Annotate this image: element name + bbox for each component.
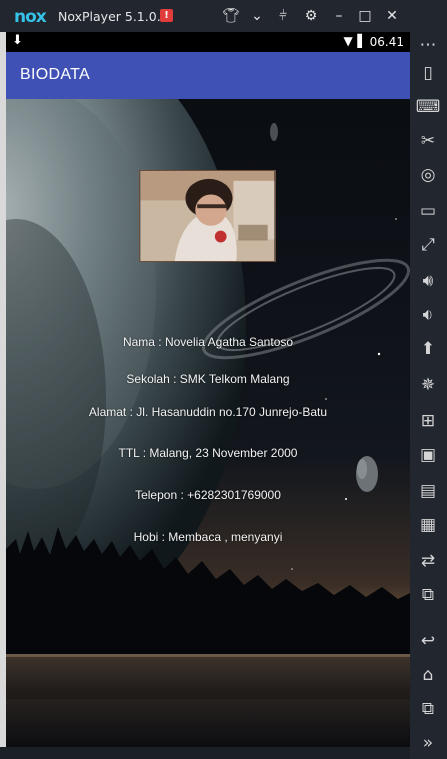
biodata-alamat: Alamat : Jl. Hasanuddin no.170 Junrejo-B…	[88, 405, 328, 419]
download-icon: ⬇	[12, 33, 23, 48]
scissors-icon[interactable]: ✂	[414, 128, 442, 154]
apk-icon[interactable]: ⬆	[414, 336, 442, 362]
gear-icon[interactable]: ⚙	[302, 7, 320, 25]
shake-icon[interactable]: ▯	[414, 60, 442, 86]
multi-window-icon[interactable]: ⧉	[414, 582, 442, 608]
biodata-telepon: Telepon : +6282301769000	[135, 488, 281, 502]
add-icon[interactable]: ⊞	[414, 408, 442, 434]
volume-up-icon[interactable]: 🔊︎	[414, 268, 442, 294]
biodata-sekolah: Sekolah : SMK Telkom Malang	[126, 372, 290, 386]
status-bar: ⬇ ▼▐ 06.41	[6, 32, 410, 52]
fullscreen-icon[interactable]: ⤢	[414, 232, 442, 258]
back-icon[interactable]: ↩	[414, 628, 442, 654]
app-bar: BIODATA	[6, 52, 410, 99]
chevron-down-icon[interactable]: ⌄	[248, 7, 266, 25]
bus-icon[interactable]: ▣	[414, 442, 442, 468]
close-icon[interactable]: ✕	[383, 7, 401, 25]
window-bottom-edge	[0, 747, 410, 759]
wifi-signal-icon: ▼▐	[343, 34, 362, 48]
biodata-nama: Nama : Novelia Agatha Santoso	[122, 335, 294, 349]
page-title: BIODATA	[20, 66, 90, 83]
keyboard-icon[interactable]: ⌨	[414, 94, 442, 120]
home-icon[interactable]: ⌂	[414, 662, 442, 688]
biodata-content: Nama : Novelia Agatha Santoso Sekolah : …	[6, 99, 410, 747]
window-title: NoxPlayer 5.1.0.0	[58, 9, 169, 24]
toolbox-icon[interactable]: ▤	[414, 478, 442, 504]
emulator-toolbar: ⋯ ▯ ⌨ ✂ ◎ ▭ ⤢ 🔊︎ 🔉︎ ⬆ ✵ ⊞ ▣ ▤ ▦ ⇄ ⧉ ↩ ⌂ …	[410, 32, 447, 759]
nox-logo: nox	[14, 7, 47, 27]
status-time: 06.41	[369, 35, 404, 49]
gamepad-icon[interactable]: ▦	[414, 512, 442, 538]
volume-down-icon[interactable]: 🔉︎	[414, 302, 442, 328]
alert-badge[interactable]: !	[160, 9, 173, 22]
location-icon[interactable]: ◎	[414, 162, 442, 188]
biodata-ttl: TTL : Malang, 23 November 2000	[118, 446, 298, 460]
screen-icon[interactable]: ▭	[414, 198, 442, 224]
more-icon[interactable]: ⋯	[414, 32, 442, 58]
loading-icon[interactable]: ✵	[414, 372, 442, 398]
recents-icon[interactable]: ⧉	[414, 696, 442, 722]
android-screen: ⬇ ▼▐ 06.41 BIODATA Nama: Novelia Agatha…	[6, 32, 410, 747]
maximize-icon[interactable]: □	[356, 7, 374, 25]
biodata-hobi: Hobi : Membaca , menyanyi	[133, 530, 283, 544]
shirt-icon[interactable]: 👕︎	[222, 7, 240, 25]
minimize-icon[interactable]: –	[330, 7, 348, 25]
emulator-titlebar: nox NoxPlayer 5.1.0.0 ! 👕︎ ⌄ ⫩ ⚙ – □ ✕	[0, 0, 447, 32]
sync-icon[interactable]: ⇄	[414, 548, 442, 574]
profile-photo	[139, 170, 276, 262]
expand-icon[interactable]: »	[414, 730, 442, 756]
pin-icon[interactable]: ⫩	[274, 7, 292, 25]
